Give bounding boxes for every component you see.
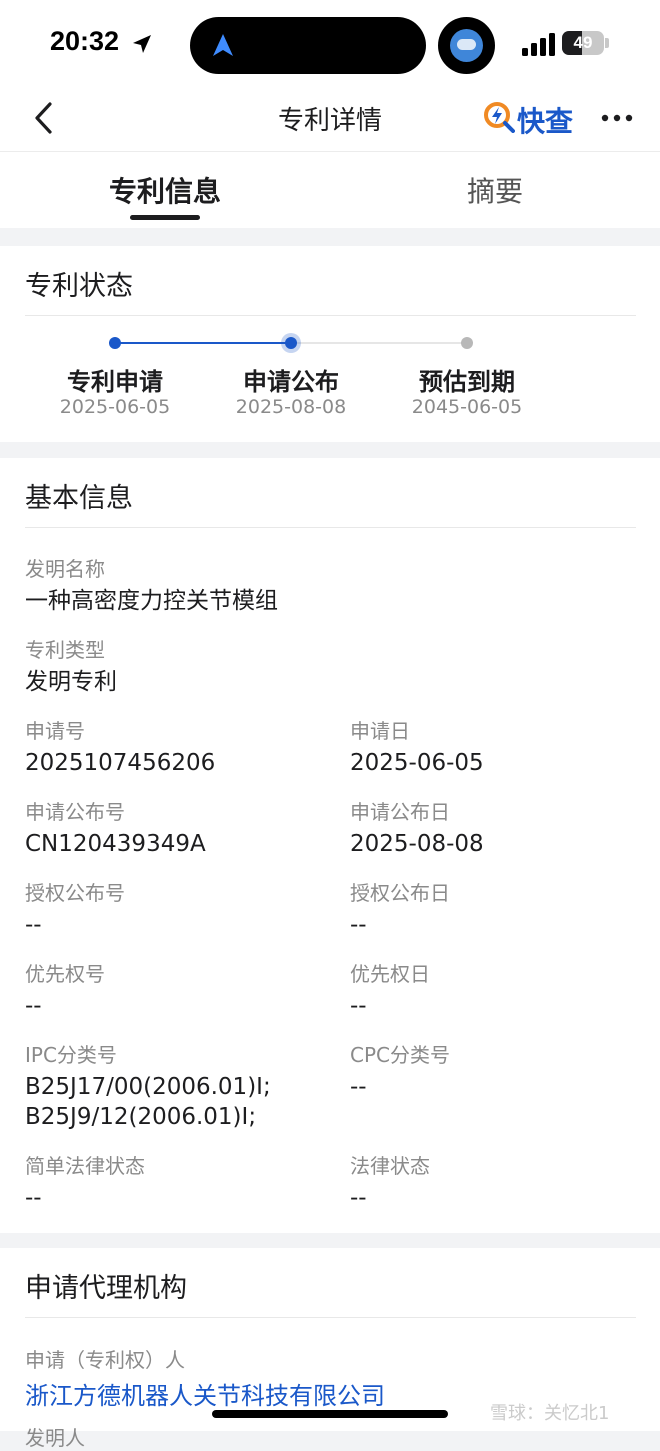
timeline-dot-pending — [461, 337, 473, 349]
application-no-value: 2025107456206 — [25, 750, 216, 776]
priority-date-value: -- — [350, 993, 367, 1019]
status-bar: 20:32 49 — [0, 0, 660, 90]
step-date-expiry: 2045-06-05 — [411, 396, 523, 418]
divider — [25, 527, 636, 528]
timeline-line-done — [115, 342, 291, 344]
legal-status-label: 法律状态 — [350, 1154, 430, 1178]
basic-info-card: 基本信息 发明名称 一种高密度力控关节模组 专利类型 发明专利 申请号 2025… — [0, 458, 660, 1233]
ipc-value-line2: B25J9/12(2006.01)I; — [25, 1104, 257, 1130]
avatar-icon — [438, 17, 495, 74]
clock-time: 20:32 — [50, 26, 120, 56]
application-no-label: 申请号 — [25, 719, 85, 743]
patent-type-label: 专利类型 — [25, 638, 105, 662]
section-title-basic: 基本信息 — [25, 483, 133, 514]
application-date-label: 申请日 — [350, 719, 410, 743]
active-tab-indicator — [130, 215, 200, 220]
timeline-dot-current — [285, 337, 297, 349]
applicant-label: 申请（专利权）人 — [25, 1348, 185, 1372]
lightning-search-icon — [484, 102, 515, 133]
back-chevron-icon[interactable] — [30, 100, 60, 136]
publication-date-value: 2025-08-08 — [350, 831, 484, 857]
step-date-publication: 2025-08-08 — [235, 396, 347, 418]
priority-no-value: -- — [25, 993, 42, 1019]
grant-no-label: 授权公布号 — [25, 881, 125, 905]
step-date-application: 2025-06-05 — [59, 396, 171, 418]
publication-no-label: 申请公布号 — [25, 800, 125, 824]
navigation-arrow-icon — [213, 34, 233, 56]
timeline-dot-done — [109, 337, 121, 349]
brand-logo: 快查 — [483, 98, 578, 138]
cpc-value: -- — [350, 1074, 367, 1100]
watermark: 雪球：关忆北1 — [490, 1403, 610, 1424]
location-arrow-icon — [133, 35, 151, 53]
more-dots-icon[interactable] — [600, 106, 634, 130]
divider — [25, 1317, 636, 1318]
tab-patent-info[interactable]: 专利信息 — [55, 170, 275, 210]
grant-no-value: -- — [25, 912, 42, 938]
tab-abstract[interactable]: 摘要 — [385, 170, 605, 210]
simple-legal-status-label: 简单法律状态 — [25, 1154, 145, 1178]
dynamic-island — [190, 17, 426, 74]
tab-bar: 专利信息 摘要 — [0, 152, 660, 228]
grant-date-label: 授权公布日 — [350, 881, 450, 905]
ipc-value-line1: B25J17/00(2006.01)I; — [25, 1074, 271, 1100]
battery-level: 49 — [573, 33, 593, 52]
step-label-expiry: 预估到期 — [419, 368, 515, 396]
applicant-link[interactable]: 浙江方德机器人关节科技有限公司 — [25, 1376, 385, 1411]
invention-name-value: 一种高密度力控关节模组 — [25, 588, 278, 614]
publication-no-value: CN120439349A — [25, 831, 206, 857]
home-indicator[interactable] — [212, 1410, 448, 1418]
inventor-label: 发明人 — [25, 1426, 85, 1450]
divider — [25, 315, 636, 316]
priority-no-label: 优先权号 — [25, 962, 105, 986]
patent-status-card: 专利状态 专利申请 2025-06-05 申请公布 2025-08-08 预估到… — [0, 246, 660, 442]
priority-date-label: 优先权日 — [350, 962, 430, 986]
publication-date-label: 申请公布日 — [350, 800, 450, 824]
application-date-value: 2025-06-05 — [350, 750, 484, 776]
section-title-status: 专利状态 — [25, 271, 133, 302]
section-title-agency: 申请代理机构 — [25, 1273, 187, 1304]
signal-icon — [522, 33, 555, 56]
grant-date-value: -- — [350, 912, 367, 938]
invention-name-label: 发明名称 — [25, 557, 105, 581]
nav-bar: 专利详情 快查 — [0, 90, 660, 152]
timeline-line-pending — [291, 342, 467, 344]
legal-status-value: -- — [350, 1185, 367, 1211]
simple-legal-status-value: -- — [25, 1185, 42, 1211]
brand-name: 快查 — [517, 105, 574, 138]
ipc-label: IPC分类号 — [25, 1043, 117, 1067]
battery-icon: 49 — [562, 31, 604, 55]
patent-type-value: 发明专利 — [25, 669, 117, 695]
step-label-application: 专利申请 — [67, 368, 163, 396]
cpc-label: CPC分类号 — [350, 1043, 450, 1067]
step-label-publication: 申请公布 — [243, 368, 339, 396]
